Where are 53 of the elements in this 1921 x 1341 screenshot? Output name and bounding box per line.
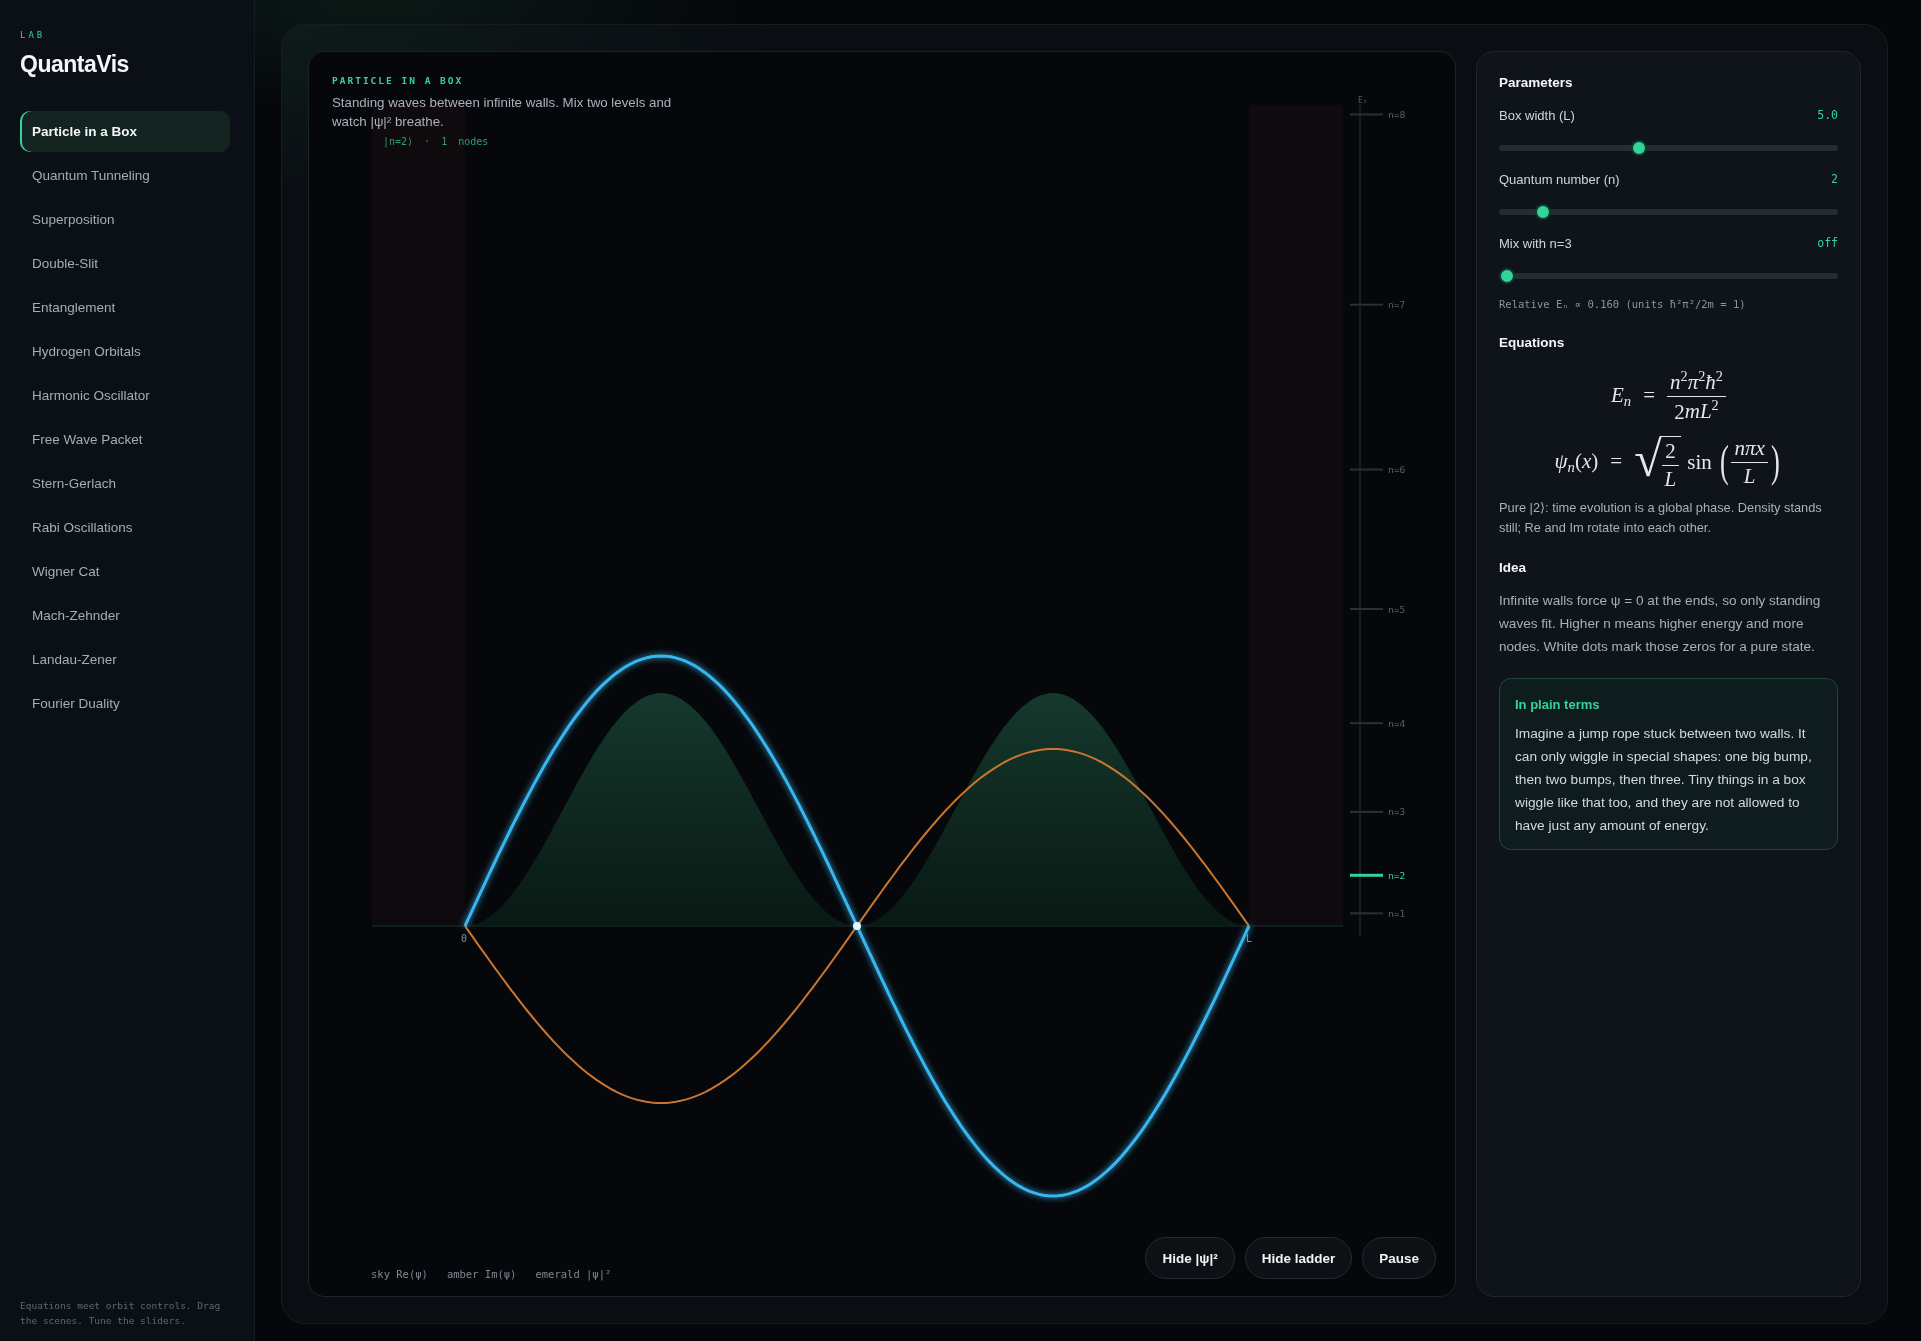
equation: E$_{n}$ = n$^{2}$π$^{2}$ħ$^{2}$ 2mL$^{2}$ [1499, 368, 1838, 424]
idea-text: Infinite walls force ψ = 0 at the ends, so only standing waves fit. Higher n means higher energy and more nodes. White dots mark those zeros for a pure state. [1499, 592, 1822, 656]
nav-item[interactable]: Free Wave Packet [20, 419, 230, 460]
energy-level-label: n=7 [1388, 299, 1406, 311]
energy-level-label: n=2 [1388, 869, 1406, 881]
nav-item[interactable]: Stern-Gerlach [20, 463, 230, 504]
callout-text: Imagine a jump rope stuck between two walls. It can only wiggle in special shapes: one big bump, then two bumps, then three. Tiny things in a box wiggle like that too, and they are not allowed to have just any amount of energy. [1515, 725, 1813, 835]
nav-item[interactable]: Particle in a Box [20, 111, 230, 152]
control-button[interactable]: Hide |ψ|² [1145, 1237, 1235, 1279]
app-title: QuantaVis [20, 50, 129, 79]
nav-item[interactable]: Harmonic Oscillator [20, 375, 230, 416]
slider-value: 2 [1831, 172, 1838, 186]
slider-value: off [1817, 236, 1838, 250]
nav-item[interactable]: Double-Slit [20, 243, 230, 284]
nav-item[interactable]: Fourier Duality [20, 683, 230, 724]
nav-item[interactable]: Superposition [20, 199, 230, 240]
state-label: |n=2⟩ · 1 nodes [383, 136, 489, 147]
nav-item[interactable]: Mach-Zehnder [20, 595, 230, 636]
legend-label: emerald |ψ|² [535, 1267, 612, 1281]
footer-note: Equations meet orbit controls. Drag the scenes. Tune the sliders. [20, 1299, 222, 1328]
energy-level-label: n=4 [1388, 717, 1406, 729]
legend-label: amber Im(ψ) [446, 1267, 517, 1281]
equation-note: Pure |2⟩: time evolution is a global phase. Density stands still; Re and Im rotate into each other. [1499, 499, 1823, 537]
energy-note: Relative Eₙ ∝ 0.160 (units ħ²π²/2m = 1) [1499, 297, 1747, 312]
section-title: Idea [1499, 559, 1526, 577]
scene-eyebrow: PARTICLE IN A BOX [332, 74, 464, 88]
nav-item[interactable]: Quantum Tunneling [20, 155, 230, 196]
section-title: Equations [1499, 334, 1565, 352]
legend-label: sky Re(ψ) [371, 1267, 428, 1281]
slider-label: Mix with n=3 [1499, 235, 1572, 251]
nav-item[interactable]: Landau-Zener [20, 639, 230, 680]
section-title: Parameters [1499, 74, 1573, 92]
energy-level-label: n=5 [1388, 603, 1406, 615]
nav-item[interactable]: Rabi Oscillations [20, 507, 230, 548]
energy-level-label: n=8 [1388, 109, 1406, 120]
slider-handle[interactable] [1534, 204, 1551, 220]
scene-description: Standing waves between infinite walls. Mix two levels and watch |ψ|² breathe. [332, 94, 673, 131]
energy-level-label: n=6 [1388, 464, 1406, 475]
nav-item[interactable]: Entanglement [20, 287, 230, 328]
section-eyebrow: LAB [20, 29, 46, 41]
slider-label: Box width (L) [1499, 107, 1575, 123]
slider-handle[interactable] [1631, 140, 1648, 156]
slider-label: Quantum number (n) [1499, 171, 1620, 187]
energy-level-label: n=3 [1388, 806, 1406, 818]
control-button[interactable]: Pause [1362, 1237, 1436, 1279]
slider-handle[interactable] [1499, 268, 1515, 284]
callout-title: In plain terms [1515, 696, 1600, 714]
control-button[interactable]: Hide ladder [1244, 1237, 1353, 1279]
energy-level-label: n=1 [1388, 907, 1406, 919]
nav-item[interactable]: Wigner Cat [20, 551, 230, 592]
axis-label: Eₙ [1358, 96, 1368, 105]
slider-value: 5.0 [1817, 108, 1838, 122]
nav-item[interactable]: Hydrogen Orbitals [20, 331, 230, 372]
